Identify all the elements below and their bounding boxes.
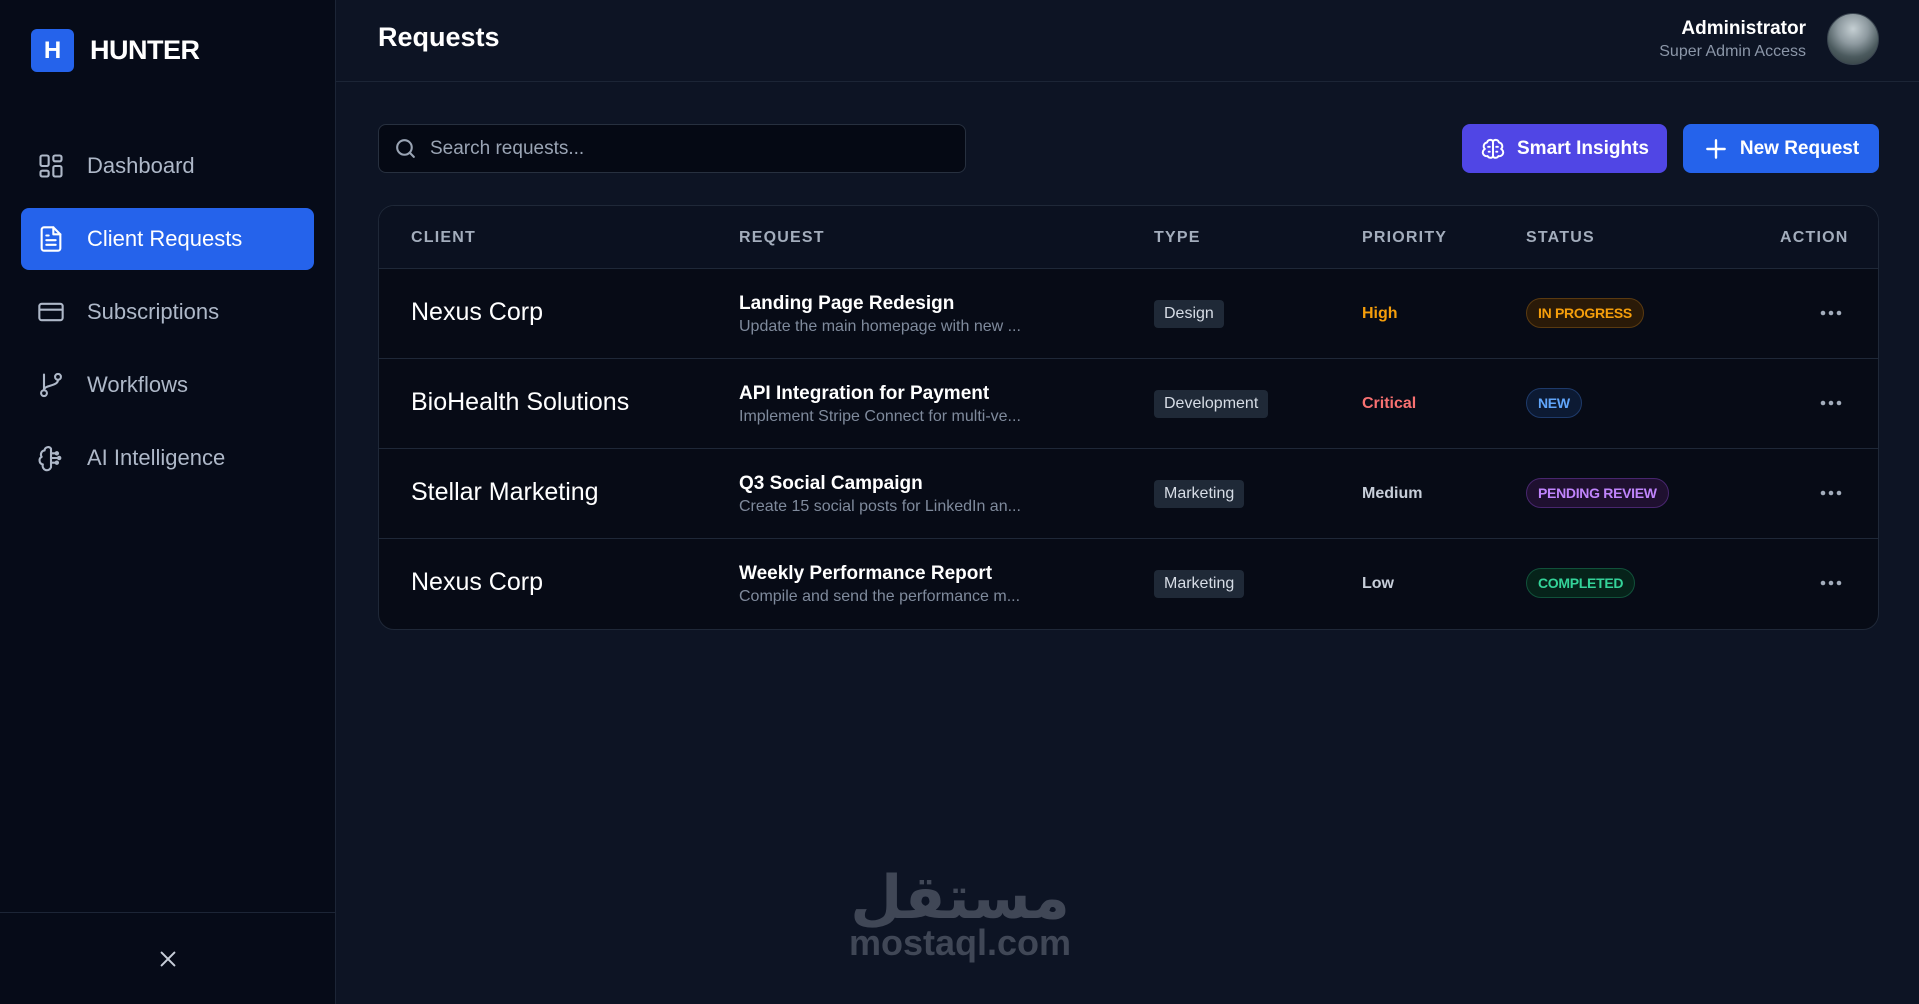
credit-card-icon: [38, 302, 64, 322]
request-description: Compile and send the performance m...: [739, 588, 1021, 605]
priority-label: Medium: [1362, 485, 1423, 502]
client-name: Nexus Corp: [411, 568, 543, 596]
brand-name: HUNTER: [90, 35, 200, 65]
more-horizontal-icon: [1820, 490, 1842, 496]
status-badge: COMPLETED: [1526, 568, 1636, 598]
table-row[interactable]: Stellar Marketing Q3 Social Campaign Cre…: [379, 448, 1878, 538]
type-badge: Marketing: [1154, 570, 1245, 598]
type-badge: Marketing: [1154, 480, 1245, 508]
column-header-client: CLIENT: [411, 229, 476, 246]
user-name: Administrator: [1681, 17, 1806, 39]
priority-label: Critical: [1362, 395, 1417, 412]
request-description: Update the main homepage with new ...: [739, 318, 1021, 335]
table-header: CLIENT REQUEST TYPE PRIORITY STATUS ACTI…: [379, 206, 1878, 268]
sidebar-nav: Dashboard Client Requests Subscriptions …: [21, 135, 314, 500]
sidebar-item-dashboard[interactable]: Dashboard: [21, 135, 314, 197]
request-title: Weekly Performance Report: [739, 563, 993, 584]
column-header-priority: PRIORITY: [1362, 229, 1448, 246]
request-title: Landing Page Redesign: [739, 293, 955, 314]
column-header-type: TYPE: [1154, 229, 1201, 246]
priority-label: Low: [1362, 575, 1394, 592]
smart-insights-button[interactable]: Smart Insights: [1462, 124, 1667, 173]
client-name: BioHealth Solutions: [411, 388, 630, 416]
status-badge: PENDING REVIEW: [1526, 478, 1669, 508]
sidebar-item-label: Subscriptions: [87, 299, 220, 324]
user-menu[interactable]: Administrator Super Admin Access: [1659, 13, 1879, 65]
more-horizontal-icon: [1820, 400, 1842, 406]
request-description: Implement Stripe Connect for multi-ve...: [739, 408, 1021, 425]
user-info: Administrator Super Admin Access: [1659, 18, 1806, 61]
request-description: Create 15 social posts for LinkedIn an..…: [739, 498, 1021, 515]
requests-table: CLIENT REQUEST TYPE PRIORITY STATUS ACTI…: [378, 205, 1879, 630]
smart-insights-label: Smart Insights: [1517, 137, 1649, 159]
row-actions-button[interactable]: [1817, 481, 1845, 505]
sidebar: H HUNTER Dashboard Client Requests Subsc…: [0, 0, 336, 1004]
column-header-status: STATUS: [1526, 229, 1595, 246]
page-title: Requests: [378, 22, 500, 52]
row-actions-button[interactable]: [1817, 571, 1845, 595]
brain-icon: [38, 446, 62, 472]
brand-badge: H: [31, 29, 74, 72]
type-badge: Design: [1154, 300, 1224, 328]
sidebar-item-label: Workflows: [87, 372, 189, 397]
table-row[interactable]: Nexus Corp Weekly Performance Report Com…: [379, 538, 1878, 628]
top-header: Requests Administrator Super Admin Acces…: [336, 0, 1919, 82]
watermark-arabic: مستقل: [850, 863, 1070, 933]
sidebar-item-label: AI Intelligence: [87, 445, 226, 470]
row-actions-button[interactable]: [1817, 301, 1845, 325]
more-horizontal-icon: [1820, 310, 1842, 316]
table-row[interactable]: BioHealth Solutions API Integration for …: [379, 358, 1878, 448]
search-input[interactable]: [430, 137, 950, 160]
sidebar-item-ai-intelligence[interactable]: AI Intelligence: [21, 427, 314, 489]
search-box: [378, 124, 966, 173]
priority-label: High: [1362, 305, 1398, 322]
watermark: مستقل mostaql.com: [840, 868, 1080, 964]
avatar[interactable]: [1827, 13, 1879, 65]
row-actions-button[interactable]: [1817, 391, 1845, 415]
sidebar-item-client-requests[interactable]: Client Requests: [21, 208, 314, 270]
sidebar-item-workflows[interactable]: Workflows: [21, 354, 314, 416]
type-badge: Development: [1154, 390, 1269, 418]
close-sidebar-button[interactable]: [153, 944, 183, 974]
sidebar-item-label: Client Requests: [87, 226, 243, 251]
request-title: API Integration for Payment: [739, 383, 990, 404]
search-icon: [396, 139, 415, 158]
request-title: Q3 Social Campaign: [739, 473, 923, 494]
status-badge: NEW: [1526, 388, 1582, 418]
client-name: Stellar Marketing: [411, 478, 599, 506]
more-horizontal-icon: [1820, 580, 1842, 586]
file-text-icon: [40, 226, 62, 252]
client-name: Nexus Corp: [411, 298, 543, 326]
plus-icon: [1705, 138, 1726, 159]
close-icon: [160, 951, 176, 966]
git-branch-icon: [40, 372, 62, 398]
new-request-button[interactable]: New Request: [1683, 124, 1879, 173]
column-header-action: ACTION: [1780, 229, 1849, 246]
dashboard-icon: [39, 154, 63, 178]
column-header-request: REQUEST: [739, 229, 825, 246]
status-badge: IN PROGRESS: [1526, 298, 1644, 328]
sidebar-footer: [0, 912, 336, 1004]
sidebar-item-label: Dashboard: [87, 153, 195, 178]
watermark-latin: mostaql.com: [848, 922, 1072, 963]
new-request-label: New Request: [1739, 137, 1860, 159]
brand-logo[interactable]: H HUNTER: [31, 29, 200, 72]
user-role: Super Admin Access: [1659, 42, 1806, 60]
table-row[interactable]: Nexus Corp Landing Page Redesign Update …: [379, 268, 1878, 358]
brain-icon: [1481, 138, 1505, 159]
sidebar-item-subscriptions[interactable]: Subscriptions: [21, 281, 314, 343]
